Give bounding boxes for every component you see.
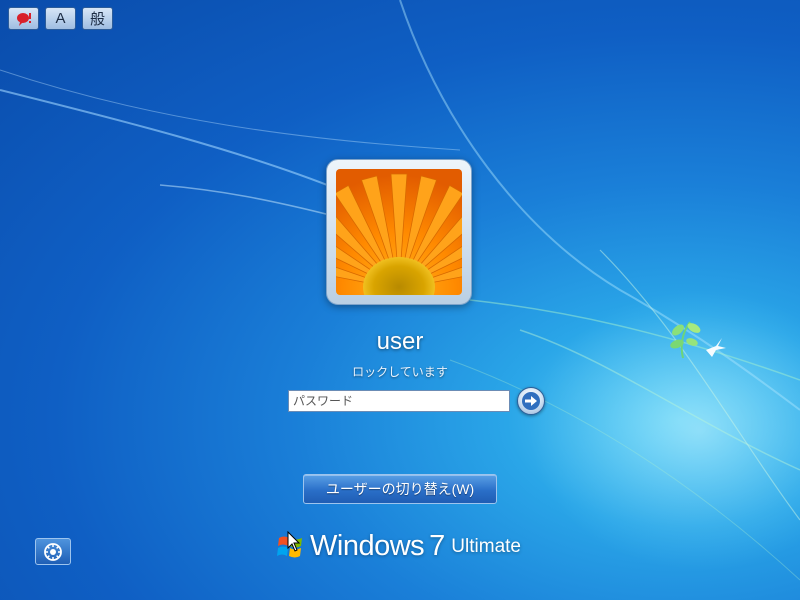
windows-wordmark: Windows	[310, 530, 425, 562]
ime-language-button[interactable]	[8, 7, 39, 30]
windows-edition: Ultimate	[451, 535, 521, 557]
mouse-pointer-icon	[287, 531, 301, 552]
ime-conversion-mode-label: 般	[89, 11, 105, 28]
windows-version: 7	[429, 530, 446, 562]
user-avatar-frame	[326, 159, 472, 305]
flower-picture	[336, 169, 462, 295]
ime-input-mode-button[interactable]: A	[45, 7, 76, 30]
ease-of-access-icon	[44, 542, 62, 561]
ime-conversion-mode-button[interactable]: 般	[82, 7, 113, 30]
password-field[interactable]	[288, 390, 510, 412]
submit-button[interactable]	[517, 387, 545, 415]
red-balloon-icon	[16, 12, 31, 26]
lock-status: ロックしています	[352, 365, 448, 379]
arrow-right-icon	[522, 392, 540, 410]
ease-of-access-button[interactable]	[35, 538, 71, 565]
windows-branding: Windows 7 Ultimate	[276, 530, 521, 563]
user-name: user	[376, 328, 424, 355]
switch-user-button[interactable]: ユーザーの切り替え(W)	[303, 474, 497, 504]
ime-toolbar: A 般	[8, 7, 113, 30]
ime-input-mode-label: A	[55, 10, 66, 27]
avatar	[336, 169, 462, 295]
